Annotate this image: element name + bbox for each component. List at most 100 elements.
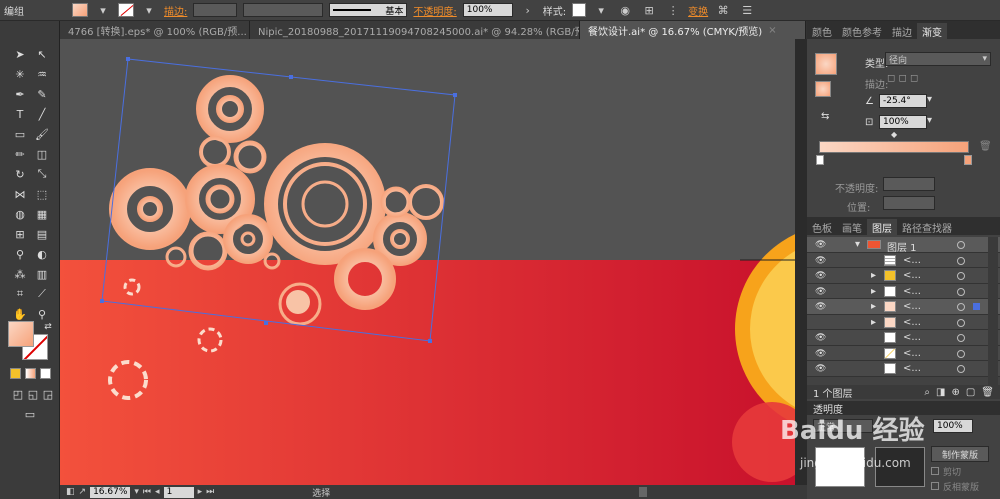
stroke-swatch[interactable] (118, 3, 134, 17)
chevron-down-icon[interactable]: ▾ (134, 487, 139, 497)
clip-checkbox[interactable] (931, 467, 939, 475)
scale-tool-icon[interactable]: ⤡ (34, 166, 50, 182)
opacity-field[interactable]: 100% (462, 3, 513, 17)
gradient-slider[interactable] (819, 141, 969, 153)
chevron-down-icon[interactable]: ▾ (94, 2, 112, 18)
column-graph-icon[interactable]: ▥ (34, 266, 50, 282)
close-icon[interactable]: × (768, 25, 776, 36)
eyedropper-icon[interactable]: ⚲ (12, 246, 28, 262)
target-icon[interactable] (957, 272, 965, 280)
recolor-icon[interactable]: ◉ (616, 2, 634, 18)
aspect-ratio-field[interactable]: 100% (879, 115, 927, 129)
reverse-gradient-icon[interactable]: ⇆ (821, 111, 829, 122)
chevron-down-icon[interactable]: ▾ (592, 2, 610, 18)
tab-color-guide[interactable]: 颜色参考 (837, 23, 887, 39)
eye-icon[interactable]: 👁 (815, 287, 827, 297)
last-page-icon[interactable]: ⏭ (206, 487, 214, 497)
sublayer-name[interactable]: <... (903, 332, 921, 343)
isolate-icon[interactable]: ⌘ (714, 2, 732, 18)
blend-tool-icon[interactable]: ◐ (34, 246, 50, 262)
target-icon[interactable] (957, 287, 965, 296)
rectangle-tool-icon[interactable]: ▭ (12, 126, 28, 142)
eye-icon[interactable]: 👁 (815, 256, 827, 266)
hand-tool-icon[interactable]: ✋ (12, 306, 28, 322)
sublayer-row[interactable]: ▸ <... (807, 314, 1000, 330)
stroke-label[interactable]: 描边: (164, 3, 187, 18)
export-icon[interactable]: ↗ (79, 487, 87, 497)
make-mask-button[interactable]: 制作蒙版 (931, 446, 989, 462)
invert-mask-checkbox[interactable] (931, 482, 939, 490)
target-icon[interactable] (957, 349, 965, 358)
chevron-down-icon[interactable]: ▾ (855, 239, 860, 250)
curvature-tool-icon[interactable]: ✎ (34, 86, 50, 102)
eraser-icon[interactable]: ◫ (34, 146, 50, 162)
gradient-stop-left[interactable] (816, 155, 824, 165)
artboard-nav-icon[interactable]: ◧ (66, 487, 75, 497)
line-tool-icon[interactable]: ╱ (34, 106, 50, 122)
trash-icon[interactable]: 🗑 (979, 141, 992, 152)
sublayer-row[interactable]: 👁 <... (807, 345, 1000, 361)
trash-icon[interactable]: 🗑 (981, 387, 994, 398)
target-icon[interactable] (957, 334, 965, 342)
layers-scrollbar[interactable] (988, 237, 998, 385)
target-icon[interactable] (957, 256, 965, 265)
free-transform-icon[interactable]: ⬚ (34, 186, 50, 202)
mask-thumbnail[interactable] (875, 447, 925, 487)
fill-color-box[interactable] (8, 321, 34, 347)
target-icon[interactable] (957, 303, 965, 311)
gradient-type-dropdown[interactable]: 径向 ▾ (885, 52, 991, 66)
draw-behind-icon[interactable]: ◱ (25, 386, 41, 402)
direct-selection-tool-icon[interactable]: ↖ (34, 46, 50, 62)
chevron-right-icon[interactable]: ▸ (871, 286, 876, 297)
draw-inside-icon[interactable]: ◲ (40, 386, 56, 402)
sublayer-row[interactable]: 👁 ▸ <... (807, 299, 1000, 315)
panel-menu-icon[interactable]: ☰ (738, 2, 756, 18)
new-sublayer-icon[interactable]: ⊕ (951, 387, 959, 398)
eye-icon[interactable]: 👁 (815, 240, 827, 250)
transform-label[interactable]: 变换 (688, 3, 708, 18)
locate-object-icon[interactable]: ⌕ (924, 387, 930, 398)
tab-stroke[interactable]: 描边 (887, 23, 917, 39)
target-icon[interactable] (957, 241, 965, 249)
screen-mode-icon[interactable]: ▭ (20, 406, 40, 422)
vertical-scrollbar[interactable] (795, 39, 807, 485)
tab-4766[interactable]: 4766 [转换].eps* @ 100% (RGB/预...× (60, 21, 250, 39)
sublayer-name[interactable]: <... (903, 301, 921, 312)
tab-nipic[interactable]: Nipic_20180988_20171119094708245000.ai* … (250, 21, 580, 39)
gradient-opacity-field[interactable] (883, 177, 935, 191)
chevron-down-icon[interactable]: ▾ (927, 94, 932, 105)
chevron-right-icon[interactable]: › (519, 2, 537, 18)
sublayer-name[interactable]: <... (903, 286, 921, 297)
target-icon[interactable] (957, 318, 965, 327)
menu-label[interactable]: 编组 (4, 3, 24, 18)
type-tool-icon[interactable]: T (12, 106, 28, 122)
none-mode-button[interactable] (40, 368, 51, 379)
chevron-down-icon[interactable]: ▾ (140, 2, 158, 18)
pencil-icon[interactable]: ✏ (12, 146, 28, 162)
eye-icon[interactable]: 👁 (815, 349, 827, 359)
tab-color[interactable]: 颜色 (807, 23, 837, 39)
prev-page-icon[interactable]: ◂ (155, 487, 160, 497)
selection-tool-icon[interactable]: ➤ (12, 46, 28, 62)
chevron-right-icon[interactable]: ▸ (871, 270, 876, 281)
chevron-right-icon[interactable]: ▸ (871, 301, 876, 312)
new-layer-icon[interactable]: ▢ (966, 387, 975, 398)
paintbrush-icon[interactable]: 🖌 (34, 126, 50, 142)
slice-tool-icon[interactable]: ⟋ (34, 286, 50, 302)
gradient-position-field[interactable] (883, 196, 935, 210)
transparency-opacity-field[interactable]: 100% (933, 419, 973, 433)
reference-point-icon[interactable]: ⋮ (664, 2, 682, 18)
sublayer-name[interactable]: <... (903, 363, 921, 374)
tab-brushes[interactable]: 画笔 (837, 219, 867, 235)
width-tool-icon[interactable]: ⋈ (12, 186, 28, 202)
color-mode-button[interactable] (10, 368, 21, 379)
gradient-preview[interactable] (815, 53, 837, 75)
transparency-tab[interactable]: 透明度 (813, 401, 843, 416)
eye-icon[interactable]: 👁 (815, 333, 827, 343)
blend-mode-dropdown[interactable]: 正常 (813, 419, 873, 433)
align-icon[interactable]: ⊞ (640, 2, 658, 18)
gradient-mode-button[interactable] (25, 368, 36, 379)
swap-colors-icon[interactable]: ⇄ (40, 319, 56, 335)
tab-pathfinder[interactable]: 路径查找器 (897, 219, 957, 235)
sublayer-name[interactable]: <... (903, 348, 921, 359)
